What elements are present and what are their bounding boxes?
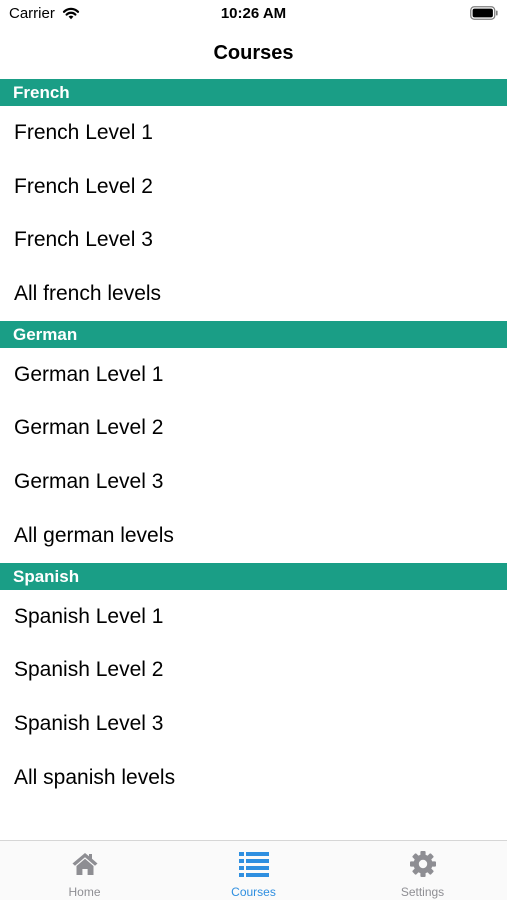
tab-settings[interactable]: Settings (338, 841, 507, 900)
list-icon (238, 852, 269, 877)
course-item-spanish-level-3[interactable]: Spanish Level 3 (0, 697, 507, 751)
page-title: Courses (213, 42, 294, 64)
section-header: Spanish (0, 562, 507, 590)
course-item-spanish-level-2[interactable]: Spanish Level 2 (0, 643, 507, 697)
section-header: German (0, 320, 507, 348)
section-german: German German Level 1 German Level 2 Ger… (0, 320, 507, 563)
tab-courses[interactable]: Courses (169, 841, 338, 900)
course-item-all-german-levels[interactable]: All german levels (0, 509, 507, 563)
tab-home[interactable]: Home (0, 841, 169, 900)
course-item-all-spanish-levels[interactable]: All spanish levels (0, 751, 507, 805)
tab-courses-label: Courses (231, 885, 276, 899)
course-item-spanish-level-1[interactable]: Spanish Level 1 (0, 590, 507, 644)
gear-icon (409, 851, 436, 877)
course-list: French French Level 1 French Level 2 Fre… (0, 79, 507, 804)
tab-home-label: Home (68, 885, 101, 899)
course-item-german-level-2[interactable]: German Level 2 (0, 401, 507, 455)
course-item-all-french-levels[interactable]: All french levels (0, 267, 507, 321)
section-spanish: Spanish Spanish Level 1 Spanish Level 2 … (0, 562, 507, 805)
course-item-french-level-2[interactable]: French Level 2 (0, 160, 507, 214)
course-item-french-level-3[interactable]: French Level 3 (0, 213, 507, 267)
status-time: 10:26 AM (220, 5, 287, 22)
section-header: French (0, 79, 507, 106)
section-french: French French Level 1 French Level 2 Fre… (0, 79, 507, 321)
courses-screen: Carrier 10:26 AM Courses French French L… (0, 0, 507, 900)
tab-bar: Home Courses Settings (0, 840, 507, 900)
course-item-german-level-1[interactable]: German Level 1 (0, 348, 507, 402)
course-item-german-level-3[interactable]: German Level 3 (0, 455, 507, 509)
status-bar: Carrier 10:26 AM (0, 0, 507, 30)
course-item-french-level-1[interactable]: French Level 1 (0, 106, 507, 160)
battery-icon (470, 6, 498, 20)
home-icon (72, 853, 97, 875)
tab-settings-label: Settings (400, 885, 445, 899)
